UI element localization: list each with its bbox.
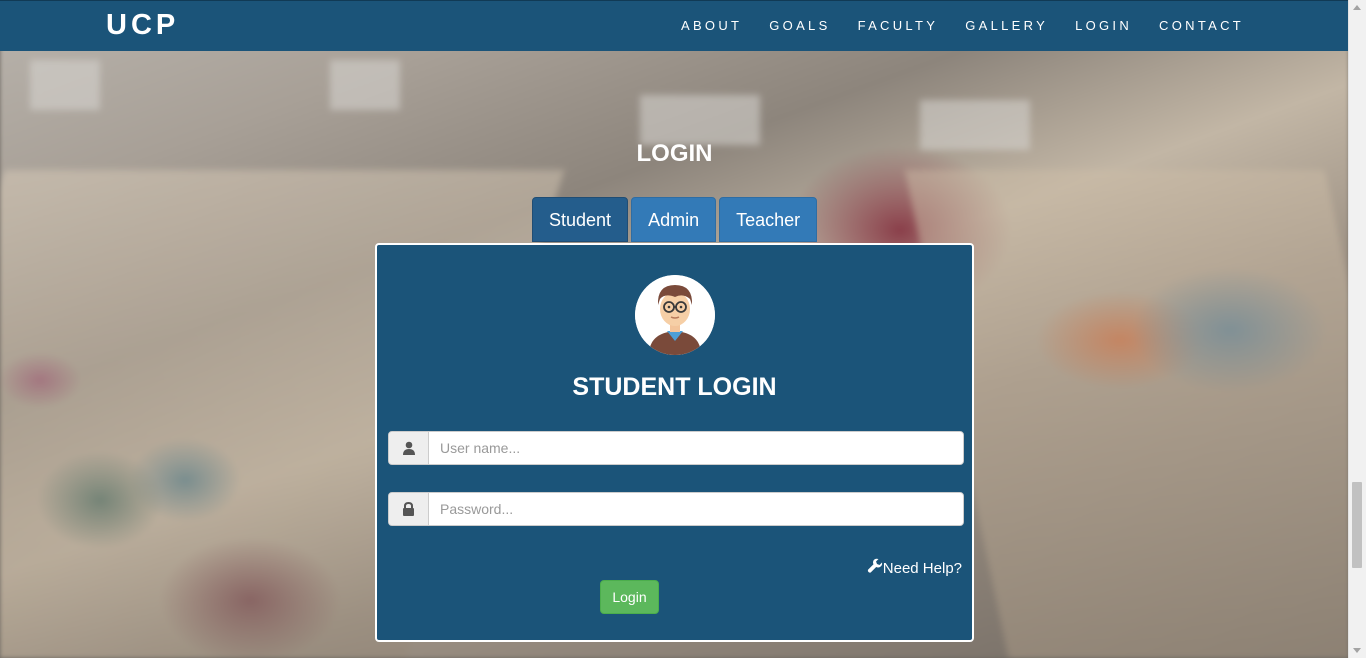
student-avatar-icon bbox=[635, 275, 715, 355]
wrench-icon bbox=[867, 558, 883, 578]
nav-login[interactable]: LOGIN bbox=[1075, 18, 1132, 33]
page-scrollbar[interactable] bbox=[1348, 0, 1366, 658]
background-window bbox=[640, 95, 760, 145]
scroll-up-icon[interactable] bbox=[1353, 5, 1361, 10]
tab-admin[interactable]: Admin bbox=[631, 197, 717, 242]
nav-contact[interactable]: CONTACT bbox=[1159, 18, 1244, 33]
password-field bbox=[388, 492, 964, 526]
background-window bbox=[330, 60, 400, 110]
login-panel: STUDENT LOGIN Need Help? Login bbox=[375, 243, 974, 642]
nav-goals[interactable]: GOALS bbox=[769, 18, 830, 33]
user-icon bbox=[389, 432, 429, 464]
nav-faculty[interactable]: FACULTY bbox=[858, 18, 939, 33]
background-window bbox=[30, 60, 100, 110]
tab-student[interactable]: Student bbox=[532, 197, 629, 242]
password-input[interactable] bbox=[429, 493, 963, 525]
lock-icon bbox=[389, 493, 429, 525]
panel-title: STUDENT LOGIN bbox=[572, 373, 777, 401]
nav-gallery[interactable]: GALLERY bbox=[965, 18, 1048, 33]
nav-about[interactable]: ABOUT bbox=[681, 18, 742, 33]
login-type-tabs: Student Admin Teacher bbox=[532, 197, 820, 242]
brand-logo[interactable]: UCP bbox=[106, 9, 179, 42]
username-field bbox=[388, 431, 964, 465]
tab-teacher[interactable]: Teacher bbox=[719, 197, 818, 242]
need-help-text: Need Help? bbox=[882, 559, 962, 577]
need-help-link[interactable]: Need Help? bbox=[867, 558, 962, 578]
top-navbar: UCP ABOUT GOALS FACULTY GALLERY LOGIN CO… bbox=[0, 0, 1349, 51]
main-nav: ABOUT GOALS FACULTY GALLERY LOGIN CONTAC… bbox=[654, 18, 1244, 33]
login-heading: LOGIN bbox=[636, 140, 713, 167]
scrollbar-thumb[interactable] bbox=[1352, 482, 1362, 568]
scroll-down-icon[interactable] bbox=[1353, 648, 1361, 653]
login-button[interactable]: Login bbox=[600, 580, 659, 614]
username-input[interactable] bbox=[429, 432, 963, 464]
